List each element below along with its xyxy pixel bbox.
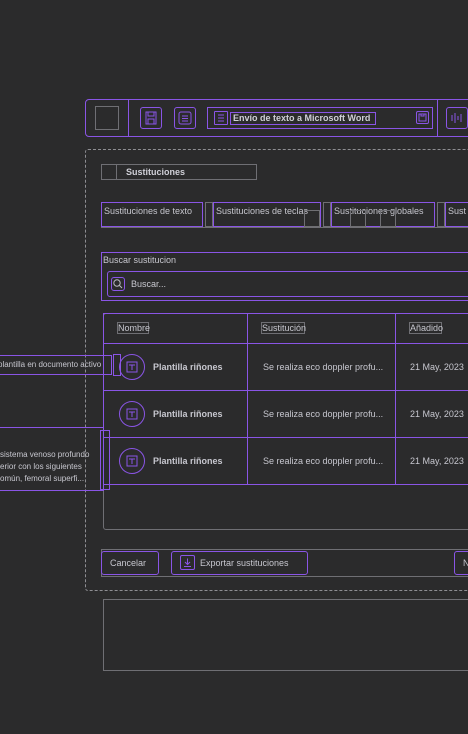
tab-label: Sustituciones de texto [104, 206, 193, 216]
tab-label: Sustituciones de teclas [216, 206, 309, 216]
row-substitution: Se realiza eco doppler profu... [263, 456, 384, 466]
search-icon [111, 277, 125, 291]
preview-line: erior con los siguientes [0, 462, 82, 471]
word-document-icon [214, 111, 228, 125]
preview-line: omún, femoral superfi... [0, 474, 85, 483]
lower-panel [103, 599, 468, 671]
audio-waveform-icon[interactable] [446, 107, 468, 129]
row-added: 21 May, 2023 [410, 409, 464, 419]
next-button-label: N [463, 558, 468, 568]
taskbar-divider [128, 99, 129, 137]
insert-tooltip-pointer [113, 354, 121, 376]
dialog-title: Sustituciones [126, 167, 186, 177]
row-name: Plantilla riñones [153, 409, 223, 419]
column-header-name[interactable]: Nombre [118, 323, 150, 333]
export-button-label: Exportar sustituciones [200, 558, 289, 568]
preview-tooltip-pointer [100, 430, 110, 490]
search-label: Buscar sustitucion [103, 255, 177, 265]
column-header-substitution[interactable]: Sustitución [262, 323, 306, 333]
cancel-button-label: Cancelar [110, 558, 147, 568]
tab-separator [304, 210, 320, 227]
tab-separator [323, 202, 331, 227]
preview-line: sistema venoso profundo [0, 450, 90, 459]
template-icon [119, 448, 145, 474]
save-icon[interactable] [140, 107, 162, 129]
document-save-icon[interactable] [416, 111, 429, 124]
row-added: 21 May, 2023 [410, 456, 464, 466]
tab-separator [437, 202, 445, 227]
taskbar-left-slot[interactable] [95, 106, 119, 130]
row-name: Plantilla riñones [153, 456, 223, 466]
list-icon[interactable] [174, 107, 196, 129]
row-substitution: Se realiza eco doppler profu... [263, 362, 384, 372]
tab-separator [350, 210, 366, 227]
template-icon [119, 401, 145, 427]
column-header-added[interactable]: Añadido [410, 323, 443, 333]
insert-tooltip-text: plantilla en documento activo [0, 360, 102, 369]
tab-separator [380, 210, 396, 227]
search-placeholder: Buscar... [131, 279, 167, 289]
tab-label: Sust [448, 206, 467, 216]
download-icon [180, 555, 195, 570]
taskbar-divider-right [437, 99, 438, 137]
dialog-title-checkbox[interactable] [101, 164, 117, 180]
row-substitution: Se realiza eco doppler profu... [263, 409, 384, 419]
window-title: Envío de texto a Microsoft Word [233, 113, 371, 123]
tab-separator [205, 202, 213, 227]
row-name: Plantilla riñones [153, 362, 223, 372]
template-icon [119, 354, 145, 380]
row-added: 21 May, 2023 [410, 362, 464, 372]
